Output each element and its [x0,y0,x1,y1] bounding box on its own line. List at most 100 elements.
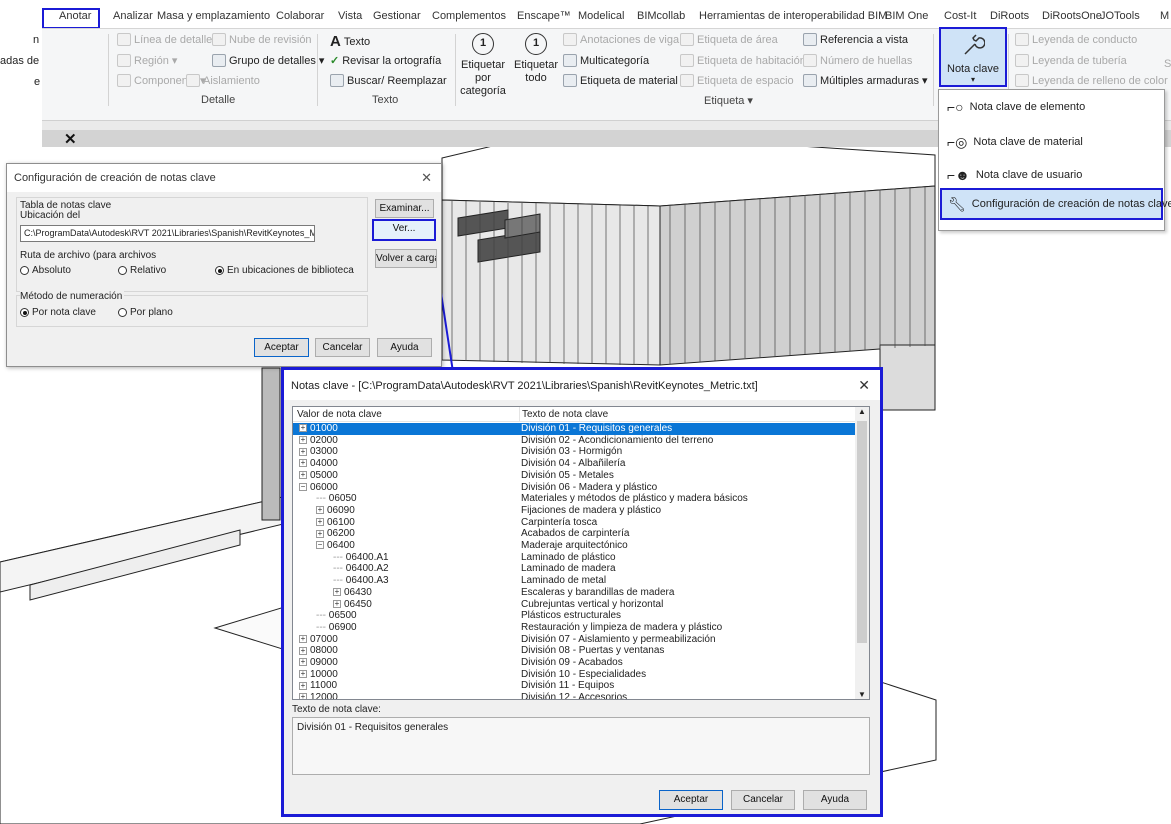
tab-analizar[interactable]: Analizar [113,10,153,22]
etiqueta-habitacion-button[interactable]: Etiqueta de habitación [680,54,806,67]
collapse-icon[interactable]: − [316,541,324,550]
tree-row[interactable]: --- 06900 Restauración y limpieza de made… [293,622,855,634]
tree-row[interactable]: +09000 División 09 - Acabados [293,657,855,669]
tab-complementos[interactable]: Complementos [432,10,506,22]
tree-row[interactable]: +01000 División 01 - Requisitos generales [293,423,855,435]
expand-icon[interactable]: + [299,447,307,456]
expand-icon[interactable]: + [333,588,341,597]
panel-label-etiqueta[interactable]: Etiqueta ▾ [704,94,753,107]
ver-button[interactable]: Ver... [372,219,436,241]
radio-por-nota-clave[interactable]: Por nota clave [20,307,96,318]
expand-icon[interactable]: + [299,681,307,690]
close-view-icon[interactable]: ✕ [64,130,77,148]
tree-row[interactable]: --- 06400.A2 Laminado de madera [293,563,855,575]
tree-row[interactable]: +06200 Acabados de carpintería [293,528,855,540]
radio-por-plano[interactable]: Por plano [118,307,173,318]
tree-row[interactable]: --- 06400.A1 Laminado de plástico [293,552,855,564]
etiqueta-espacio-button[interactable]: Etiqueta de espacio [680,74,794,87]
cut-label-3[interactable]: e [34,76,40,88]
nube-revision-button[interactable]: Nube de revisión [212,33,312,46]
etiqueta-area-button[interactable]: Etiqueta de área [680,33,778,46]
expand-icon[interactable]: + [299,646,307,655]
referencia-vista-button[interactable]: Referencia a vista [803,33,908,46]
expand-icon[interactable]: + [316,529,324,538]
leyenda-tuberia-button[interactable]: Leyenda de tubería [1015,54,1127,67]
tab-interoperabilidad-bim[interactable]: Herramientas de interoperabilidad BIM [699,10,887,22]
tab-masa-emplazamiento[interactable]: Masa y emplazamiento [157,10,270,22]
multicategoria-button[interactable]: Multicategoría [563,54,649,67]
multiples-armaduras-button[interactable]: Múltiples armaduras ▾ [803,74,928,87]
expand-icon[interactable]: + [299,693,307,699]
etiquetar-por-categoria-button[interactable]: 1 Etiquetar por categoría [454,33,512,98]
tab-anotar[interactable]: Anotar [59,10,91,22]
aceptar-button[interactable]: Aceptar [254,338,309,357]
tree-row[interactable]: +03000 División 03 - Hormigón [293,446,855,458]
tree-row[interactable]: −06000 División 06 - Madera y plástico [293,482,855,494]
expand-icon[interactable]: + [299,436,307,445]
radio-relativo[interactable]: Relativo [118,265,166,276]
anotaciones-viga-button[interactable]: Anotaciones de viga [563,33,679,46]
tab-bimcollab[interactable]: BIMcollab [637,10,685,22]
nota-clave-button[interactable]: Nota clave ▾ [939,27,1007,87]
tab-diroots[interactable]: DiRoots [990,10,1029,22]
tab-modelical[interactable]: Modelical [578,10,624,22]
cancelar-button[interactable]: Cancelar [315,338,370,357]
aislamiento-button[interactable]: Aislamiento [186,74,260,87]
tree-row[interactable]: −06400 Maderaje arquitectónico [293,540,855,552]
menu-configuracion-notas-clave[interactable]: 🔧︎ Configuración de creación de notas cl… [940,188,1171,220]
tree-row[interactable]: +06100 Carpintería tosca [293,517,855,529]
texto-nota-clave-field[interactable]: División 01 - Requisitos generales [292,717,870,775]
aceptar-button[interactable]: Aceptar [659,790,723,810]
tree-row[interactable]: +12000 División 12 - Accesorios [293,692,855,699]
expand-icon[interactable]: + [299,670,307,679]
etiqueta-material-button[interactable]: Etiqueta de material [563,74,678,87]
region-button[interactable]: Región ▾ [117,54,177,67]
close-icon[interactable]: ✕ [421,170,432,186]
cancelar-button[interactable]: Cancelar [731,790,795,810]
tree-row[interactable]: +02000 División 02 - Acondicionamiento de… [293,435,855,447]
tab-more[interactable]: M [1160,10,1169,22]
numero-huellas-button[interactable]: Número de huellas [803,54,912,67]
tab-colaborar[interactable]: Colaborar [276,10,324,22]
tree-row[interactable]: +07000 División 07 - Aislamiento y permea… [293,634,855,646]
tree-row[interactable]: --- 06400.A3 Laminado de metal [293,575,855,587]
vertical-scrollbar[interactable]: ▲ ▼ [855,407,869,699]
expand-icon[interactable]: + [299,634,307,643]
texto-button[interactable]: A Texto [330,33,370,50]
tree-row[interactable]: +05000 División 05 - Metales [293,470,855,482]
etiquetar-todo-button[interactable]: 1 Etiquetar todo [513,33,559,85]
buscar-reemplazar-button[interactable]: Buscar/ Reemplazar [330,74,447,87]
expand-icon[interactable]: + [299,459,307,468]
tab-bim-one[interactable]: BIM One [885,10,928,22]
examinar-button[interactable]: Examinar... [375,199,434,218]
radio-biblioteca[interactable]: En ubicaciones de biblioteca [215,265,354,276]
linea-detalle-button[interactable]: Línea de detalle [117,33,212,46]
expand-icon[interactable]: + [299,471,307,480]
scroll-up-icon[interactable]: ▲ [858,407,866,416]
menu-nota-clave-usuario[interactable]: ⌐☻ Nota clave de usuario [941,161,1162,189]
tree-row[interactable]: +10000 División 10 - Especialidades [293,669,855,681]
radio-absoluto[interactable]: Absoluto [20,265,71,276]
ubicacion-path-field[interactable]: C:\ProgramData\Autodesk\RVT 2021\Librari… [20,225,315,242]
keynote-tree[interactable]: Valor de nota clave Texto de nota clave … [292,406,870,700]
scrollbar-thumb[interactable] [857,421,867,643]
tree-row[interactable]: +06430 Escaleras y barandillas de madera [293,587,855,599]
tab-cost-it[interactable]: Cost-It [944,10,976,22]
tree-row[interactable]: +04000 División 04 - Albañilería [293,458,855,470]
ayuda-button[interactable]: Ayuda [377,338,432,357]
ayuda-button[interactable]: Ayuda [803,790,867,810]
column-header-valor[interactable]: Valor de nota clave [297,407,382,422]
menu-nota-clave-material[interactable]: ⌐◎ Nota clave de material [941,128,1162,156]
menu-nota-clave-elemento[interactable]: ⌐○ Nota clave de elemento [941,93,1162,121]
expand-icon[interactable]: + [299,424,307,433]
tree-row[interactable]: +06450 Cubrejuntas vertical y horizontal [293,599,855,611]
leyenda-relleno-button[interactable]: Leyenda de relleno de color [1015,74,1168,87]
expand-icon[interactable]: + [316,506,324,515]
expand-icon[interactable]: + [316,517,324,526]
tab-gestionar[interactable]: Gestionar [373,10,421,22]
collapse-icon[interactable]: − [299,482,307,491]
tab-enscape[interactable]: Enscape™ [517,10,571,22]
cut-label-1[interactable]: n [33,34,39,46]
expand-icon[interactable]: + [333,599,341,608]
scroll-down-icon[interactable]: ▼ [858,690,866,699]
